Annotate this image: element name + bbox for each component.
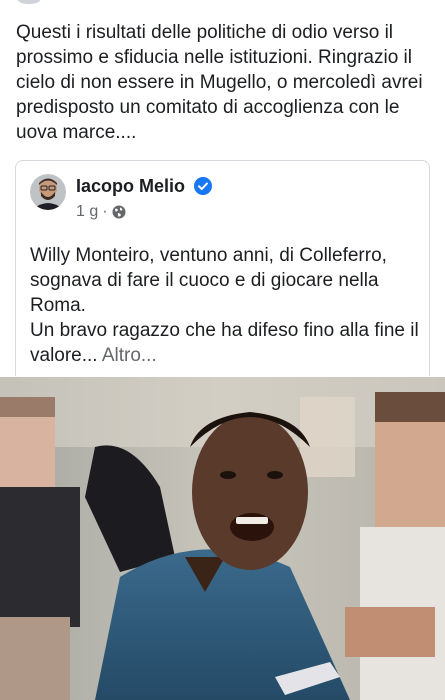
see-more-link[interactable]: Altro...: [102, 345, 157, 366]
meta-separator: ·: [102, 203, 108, 220]
post-meta: 1 g ·: [76, 203, 126, 221]
shared-post-photo[interactable]: [0, 377, 445, 700]
post-text: Questi i risultati delle politiche di od…: [16, 22, 423, 143]
avatar-edge: [18, 0, 40, 4]
shared-post-text: Willy Monteiro, ventuno anni, di Collefe…: [30, 243, 420, 368]
shared-text-line2: Un bravo ragazzo che ha difeso fino alla…: [30, 320, 419, 366]
previous-post-edge: [0, 0, 445, 6]
verified-badge-icon: [194, 177, 212, 195]
shared-post-card[interactable]: Iacopo Melio 1 g · Willy Monteiro, ventu…: [15, 160, 430, 376]
author-avatar[interactable]: [30, 174, 66, 210]
shared-text-line1: Willy Monteiro, ventuno anni, di Collefe…: [30, 245, 387, 316]
author-name[interactable]: Iacopo Melio: [76, 176, 185, 197]
globe-icon: [112, 205, 126, 219]
post-timestamp[interactable]: 1 g: [76, 203, 98, 221]
